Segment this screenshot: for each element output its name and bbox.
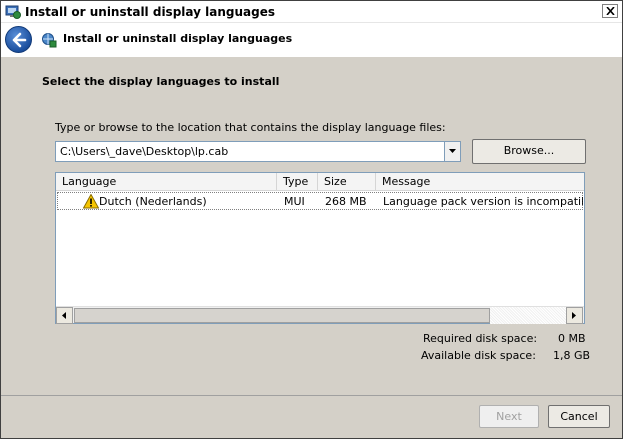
cancel-button[interactable]: Cancel: [548, 405, 610, 428]
language-globe-icon: [41, 32, 57, 48]
close-button[interactable]: [602, 4, 618, 18]
available-disk-label: Available disk space:: [421, 349, 536, 362]
language-list[interactable]: Language Type Size Message Dutch (Nederl…: [55, 172, 585, 324]
arrow-left-icon: [62, 312, 66, 319]
section-heading: Select the display languages to install: [42, 75, 280, 88]
close-icon: [606, 7, 615, 15]
main-content: Select the display languages to install …: [1, 57, 622, 395]
chevron-down-icon: [449, 149, 456, 153]
scroll-left-button[interactable]: [56, 307, 73, 324]
row-message: Language pack version is incompatibl: [383, 195, 583, 208]
back-arrow-icon: [12, 32, 27, 48]
page-title: Install or uninstall display languages: [63, 32, 293, 45]
next-button[interactable]: Next: [479, 405, 539, 428]
path-input[interactable]: C:\Users\_dave\Desktop\lp.cab: [60, 145, 228, 158]
back-button[interactable]: [5, 26, 32, 53]
path-label: Type or browse to the location that cont…: [55, 121, 446, 134]
title-bar: Install or uninstall display languages: [1, 1, 622, 23]
path-combobox[interactable]: C:\Users\_dave\Desktop\lp.cab: [55, 141, 461, 162]
warning-icon: [82, 193, 100, 209]
table-row[interactable]: Dutch (Nederlands) MUI 268 MB Language p…: [57, 192, 583, 210]
install-languages-window: Install or uninstall display languages I…: [0, 0, 623, 439]
list-header: Language Type Size Message: [56, 173, 584, 191]
arrow-right-icon: [572, 312, 576, 319]
window-title: Install or uninstall display languages: [25, 5, 275, 19]
language-app-icon: [5, 4, 21, 20]
scroll-right-button[interactable]: [566, 307, 583, 324]
row-size: 268 MB: [325, 195, 367, 208]
horizontal-scrollbar[interactable]: [56, 306, 584, 324]
scrollbar-thumb[interactable]: [74, 308, 490, 323]
browse-button[interactable]: Browse...: [472, 139, 586, 164]
navigation-bar: Install or uninstall display languages: [1, 23, 622, 57]
scrollbar-track[interactable]: [490, 307, 566, 324]
required-disk-value: 0 MB: [558, 332, 586, 345]
required-disk-label: Required disk space:: [423, 332, 538, 345]
column-header-size[interactable]: Size: [318, 173, 376, 191]
column-header-message[interactable]: Message: [376, 173, 584, 191]
column-header-type[interactable]: Type: [277, 173, 318, 191]
available-disk-value: 1,8 GB: [553, 349, 591, 362]
column-header-language[interactable]: Language: [56, 173, 277, 191]
footer-bar: Next Cancel: [1, 395, 622, 438]
row-type: MUI: [284, 195, 305, 208]
row-language: Dutch (Nederlands): [99, 195, 207, 208]
path-dropdown-button[interactable]: [444, 142, 460, 161]
